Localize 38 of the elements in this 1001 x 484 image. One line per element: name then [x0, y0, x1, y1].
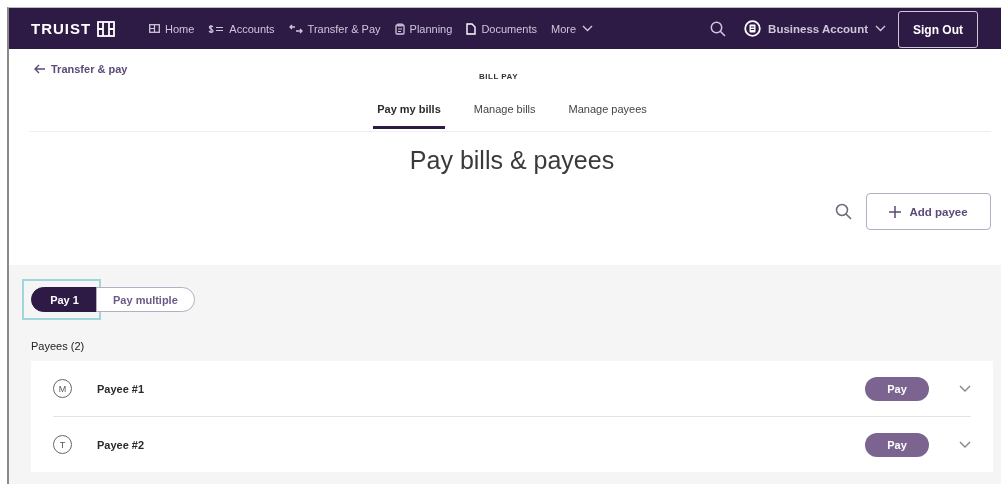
- logo-mark-icon: [97, 20, 116, 37]
- dollar-list-icon: [208, 23, 225, 34]
- back-link[interactable]: Transfer & pay: [34, 63, 128, 75]
- tab[interactable]: Pay my bills: [373, 103, 445, 129]
- mode-toggle[interactable]: Pay 1: [31, 287, 98, 312]
- search-icon[interactable]: [710, 20, 727, 37]
- mode-toggle[interactable]: Pay multiple: [96, 287, 195, 312]
- transfer-arrows-icon: [288, 23, 303, 34]
- chevron-icon[interactable]: [959, 384, 971, 393]
- back-arrow-icon: [34, 64, 46, 74]
- page-title: Pay bills & payees: [408, 146, 616, 175]
- section-label: BILL PAY: [479, 72, 518, 81]
- plus-icon: [889, 205, 902, 218]
- document-icon: [466, 22, 477, 35]
- pay-button[interactable]: Pay: [865, 432, 929, 457]
- grid-icon: [149, 24, 160, 33]
- nav-link[interactable]: Planning: [394, 22, 453, 35]
- tab[interactable]: Manage bills: [473, 103, 536, 123]
- chevron-icon[interactable]: [959, 440, 971, 449]
- nav-link[interactable]: Home: [149, 22, 195, 35]
- nav-link[interactable]: Documents: [466, 22, 537, 35]
- payees-heading: Payees (2): [31, 340, 86, 352]
- account-menu[interactable]: Business Account: [744, 20, 886, 37]
- pay-button[interactable]: Pay: [865, 376, 929, 401]
- search-icon[interactable]: [835, 203, 852, 220]
- payee-name[interactable]: Payee #1: [97, 382, 145, 395]
- chevron-down-icon: [582, 25, 594, 32]
- chevron-down-icon: [875, 25, 886, 32]
- nav-link[interactable]: More: [551, 22, 594, 35]
- payee-name[interactable]: Payee #2: [97, 438, 145, 451]
- tab[interactable]: Manage payees: [568, 103, 647, 123]
- add-payee-button[interactable]: Add payee: [866, 193, 991, 230]
- nav-link[interactable]: Accounts: [208, 22, 275, 35]
- nav-link[interactable]: Transfer & Pay: [288, 22, 381, 35]
- brand-logo-text[interactable]: TRUIST: [31, 20, 92, 37]
- clipboard-icon: [394, 22, 405, 35]
- sign-out-button[interactable]: Sign Out: [898, 11, 978, 48]
- account-icon: [744, 20, 762, 37]
